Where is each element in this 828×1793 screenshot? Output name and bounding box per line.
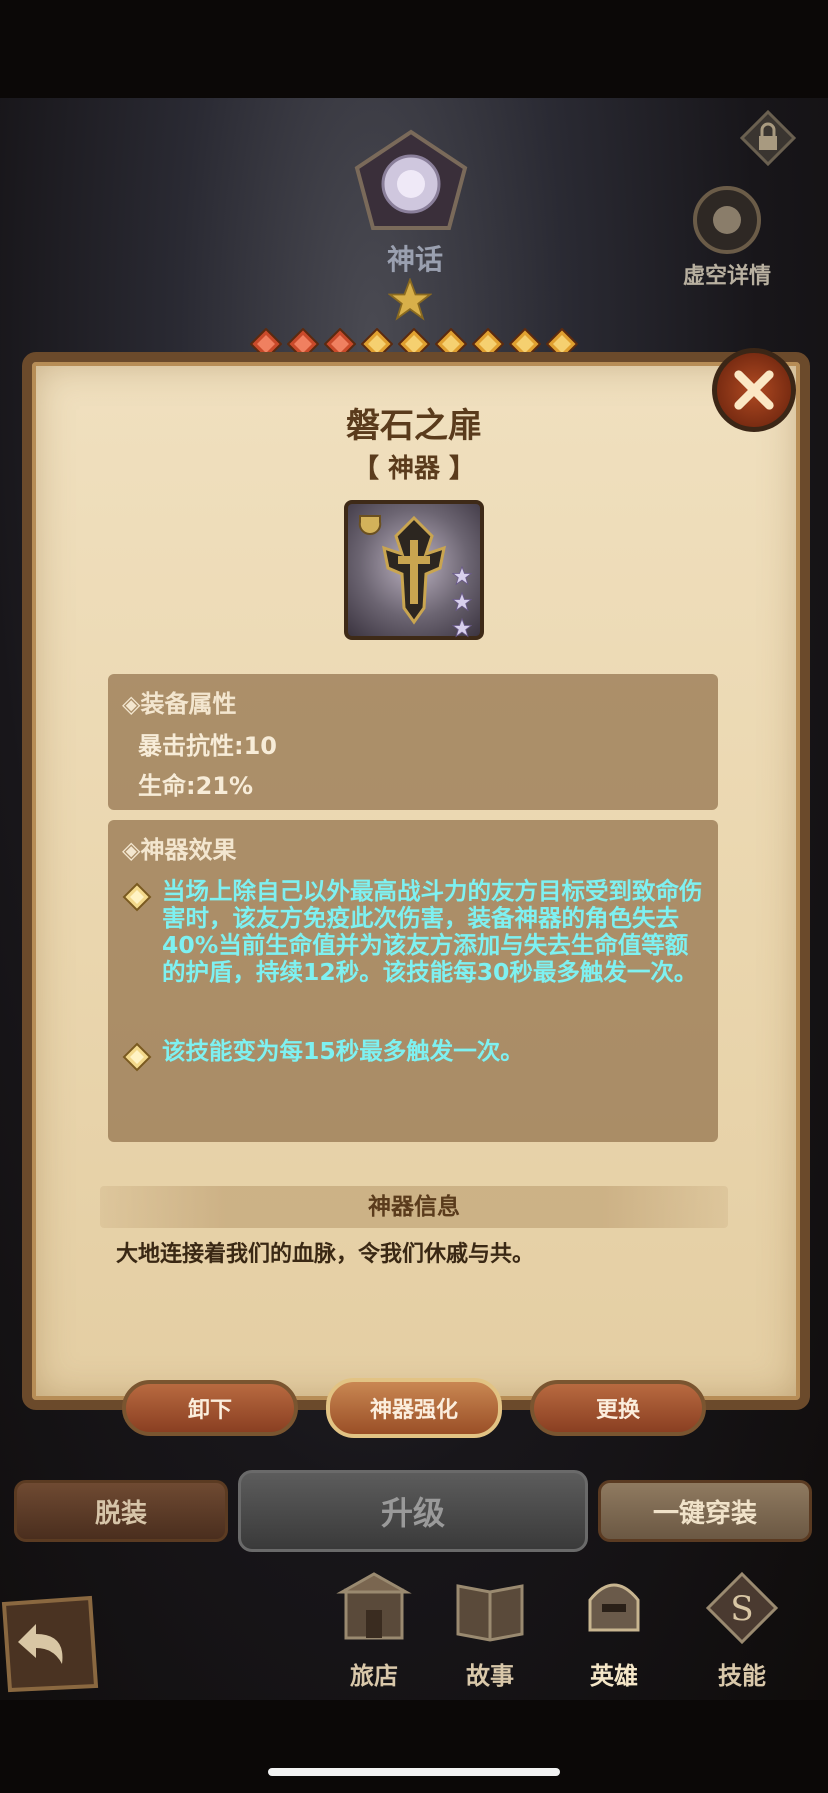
void-details-label: 虚空详情 [682,264,771,289]
artifact-info-title: 神器信息 [100,1186,728,1228]
mythic-rank-emblem [354,129,468,230]
artifact-icon [344,500,484,640]
star-icon [451,617,476,642]
attribute-crit-resistance: 暴击抗性:10 [138,732,277,760]
back-button[interactable] [0,1594,100,1694]
attributes-title: ◈装备属性 [122,690,237,718]
nav-tavern-label: 旅店 [350,1662,398,1690]
equipment-attributes-section: ◈装备属性 暴击抗性:10 生命:21% [108,674,718,810]
svg-text:S: S [730,1589,753,1629]
close-button[interactable] [712,348,796,432]
nav-tavern[interactable]: 旅店 [326,1570,422,1690]
unequip-button[interactable]: 卸下 [122,1380,298,1436]
replace-button[interactable]: 更换 [530,1380,706,1436]
level-up-button[interactable]: 升级 [238,1470,588,1552]
nav-story[interactable]: 故事 [442,1570,538,1690]
artifact-name: 磐石之扉 [346,406,482,446]
effect-item: 当场上除自己以外最高战斗力的友方目标受到致命伤害时，该友方免疫此次伤害，装备神器… [122,878,710,986]
hero-rarity-label: 神话 [386,243,443,276]
artifact-info-text: 大地连接着我们的血脉，令我们休戚与共。 [116,1242,535,1267]
void-details-button[interactable]: 虚空详情 [672,180,782,290]
diamond-bullet-icon [122,882,152,912]
artifact-stars [451,565,476,642]
nav-hero-label: 英雄 [590,1662,638,1690]
home-indicator [268,1768,560,1776]
back-arrow-icon [1,1595,99,1693]
nav-skill[interactable]: S 技能 [694,1570,790,1690]
artifact-type: 【 神器 】 [352,454,476,484]
star-icon [451,565,476,590]
book-icon [456,1584,524,1642]
attribute-hp: 生命:21% [138,772,254,800]
lock-icon[interactable] [739,109,797,167]
tavern-icon [336,1572,412,1640]
void-icon [693,186,761,254]
diamond-bullet-icon [122,1042,152,1072]
effects-title: ◈神器效果 [122,836,237,864]
skill-icon: S [705,1571,779,1645]
artifact-enhance-button[interactable]: 神器强化 [326,1378,502,1438]
hero-helmet-icon [588,1583,640,1632]
quick-equip-button[interactable]: 一键穿装 [598,1480,812,1542]
status-bar-area [0,0,828,98]
nav-story-label: 故事 [466,1662,514,1690]
artifact-effects-section: ◈神器效果 当场上除自己以外最高战斗力的友方目标受到致命伤害时，该友方免疫此次伤… [108,820,718,1142]
close-icon [734,370,774,410]
star-icon [451,591,476,616]
home-indicator-area [0,1700,828,1793]
strip-equipment-button[interactable]: 脱装 [14,1480,228,1542]
star-icon [388,278,432,321]
effect-text: 该技能变为每15秒最多触发一次。 [162,1037,524,1065]
nav-hero[interactable]: 英雄 [566,1570,662,1690]
effect-item: 该技能变为每15秒最多触发一次。 [122,1038,710,1072]
nav-skill-label: 技能 [718,1662,766,1690]
effect-text: 当场上除自己以外最高战斗力的友方目标受到致命伤害时，该友方免疫此次伤害，装备神器… [162,877,703,986]
